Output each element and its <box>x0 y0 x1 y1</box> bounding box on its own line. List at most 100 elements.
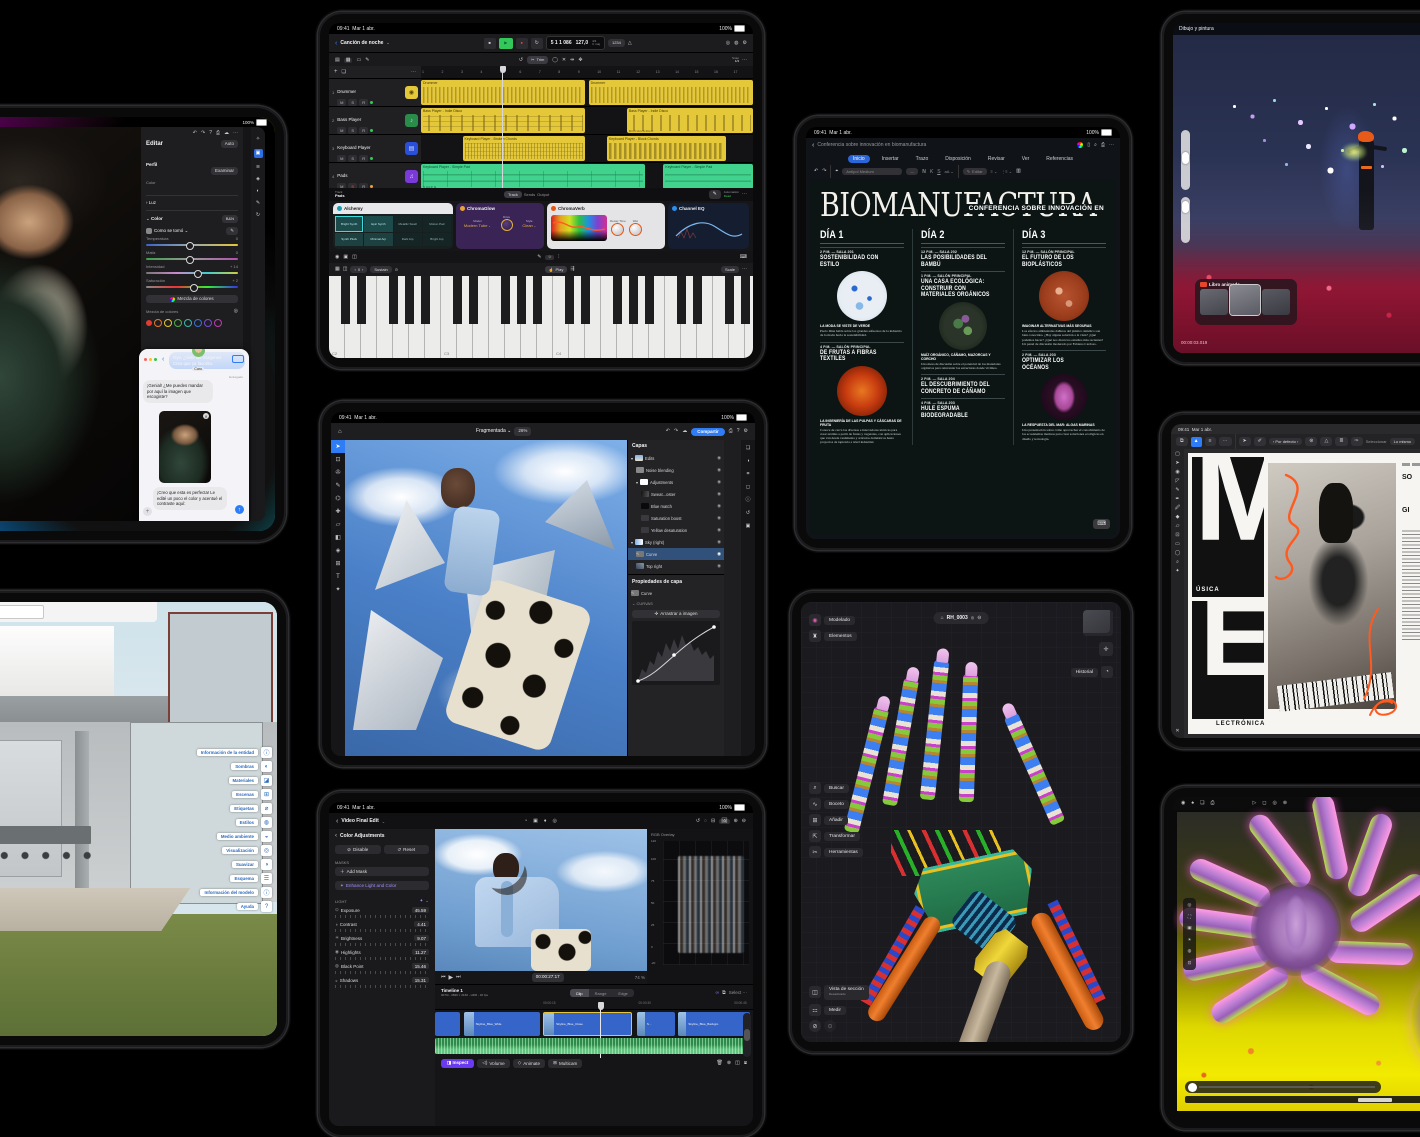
skimmer-icon[interactable]: ◌ <box>704 818 707 824</box>
eye-icon[interactable]: ◉ <box>717 503 721 509</box>
brush-tool[interactable]: ✎ <box>331 479 345 492</box>
clip[interactable]: Skyline_Blue_Wide <box>463 1012 540 1036</box>
loops-icon[interactable]: ◫ <box>352 254 357 260</box>
crop-icon[interactable]: ▣ <box>253 149 263 158</box>
add-button[interactable]: ⊞ Añadir <box>809 814 863 826</box>
slider-saturacion[interactable]: Saturación + 2 <box>146 278 238 292</box>
healing-tool[interactable]: ✚ <box>331 505 345 518</box>
keyboard-icon[interactable]: ▦ <box>335 267 340 272</box>
columns-icon[interactable]: ▥ <box>1016 169 1021 174</box>
bw-button[interactable]: B&N <box>221 215 238 223</box>
plugin-chromaglow[interactable]: ChromaGlow Model Modern Tube ⌄ Drive Styl… <box>456 203 544 249</box>
transform-icon[interactable]: △ <box>1320 437 1333 446</box>
voiceover-icon[interactable]: ◎ <box>552 818 556 824</box>
layer-row[interactable]: ▾ Edits ◉ <box>628 452 724 464</box>
slider-intensidad[interactable]: Intensidad + 14 <box>146 264 238 278</box>
pencil-tool[interactable]: ✎ <box>1175 488 1179 493</box>
track-header-keys[interactable]: 3 Keyboard Player M S R ▤ <box>329 135 421 163</box>
dual-view-icon[interactable]: ⊟ <box>711 818 715 824</box>
multicam-button[interactable]: ⊞ Multicam <box>548 1058 583 1068</box>
add-attachment-button[interactable]: + <box>143 507 152 516</box>
reset-button[interactable]: ↺ Reset <box>383 845 429 854</box>
pencil-icon[interactable]: ✎ <box>537 254 541 260</box>
more-icon[interactable]: ⋯ <box>233 131 238 136</box>
tab-revisar[interactable]: Revisar <box>983 155 1010 163</box>
preset-cell[interactable]: Epic Synth <box>364 216 393 232</box>
underline-button[interactable]: S <box>937 169 940 175</box>
transform-button[interactable]: ⇱ Transformar <box>809 830 863 842</box>
tools-button[interactable]: ✂ Herramientas <box>809 846 863 858</box>
cloud-icon[interactable]: ☁ <box>224 131 229 136</box>
keys-mode-icon[interactable]: ☼ <box>545 254 555 260</box>
fill-tool[interactable]: ◆ <box>1176 515 1180 520</box>
mic-icon[interactable]: ♦ <box>544 818 547 824</box>
layer-row[interactable]: Saturation boost ◉ <box>628 512 724 524</box>
font-size-stepper[interactable]: — <box>906 167 919 176</box>
min-dot[interactable] <box>149 357 152 361</box>
frame-thumb[interactable] <box>1262 289 1290 315</box>
curves-section[interactable]: ⌄ CURVAS <box>628 599 724 608</box>
measure-button[interactable]: ⚏ Medir <box>809 1004 869 1016</box>
section-view-button[interactable]: ◫ Vista de sección Desactivado <box>809 984 869 1000</box>
styles-button[interactable]: Estilos ◍ <box>122 817 272 828</box>
layer-row[interactable]: Noise blending ◉ <box>628 464 724 476</box>
count-in-button[interactable]: 1234 <box>607 39 625 47</box>
italic-button[interactable]: K <box>930 169 933 175</box>
color-icon[interactable]: ↺ <box>696 818 700 824</box>
select-tool[interactable]: ▢ <box>1175 452 1180 457</box>
add-track-icon[interactable]: + <box>334 69 338 75</box>
paint-canvas[interactable]: Libro animado 00:00:03.019 <box>1173 35 1420 353</box>
play-icon[interactable]: ▶ <box>449 975 454 981</box>
drag-to-image-button[interactable]: ✣ Arrastrar a imagen <box>632 610 720 619</box>
close-dot[interactable] <box>144 357 147 361</box>
select-menu[interactable]: Select ⋯ <box>729 990 747 996</box>
back-icon[interactable]: ‹ <box>336 818 338 825</box>
bold-button[interactable]: N <box>922 169 926 175</box>
color-section[interactable]: ⌄ Color <box>146 216 163 222</box>
plugin-alchemy[interactable]: Alchemy Bright Synth Epic Synth Metallic… <box>333 203 453 249</box>
list-button[interactable]: ⋮≡ ⌄ <box>1001 169 1012 174</box>
orientation-icon[interactable]: ✛ <box>1099 642 1113 656</box>
play-surface-button[interactable]: ☝ Play <box>544 265 568 274</box>
browser-icon[interactable]: ◍ <box>734 40 738 46</box>
video-preview[interactable] <box>435 829 647 971</box>
color-dot-green[interactable] <box>174 319 182 328</box>
connect-icon[interactable]: ⧉ <box>722 990 726 996</box>
clone-tool[interactable]: ⌬ <box>331 492 345 505</box>
layer-row-selected[interactable]: ∿ Curve ◉ <box>628 548 724 560</box>
clip-menu-icon[interactable]: ⧈ <box>744 1060 747 1066</box>
brush-size-slider[interactable] <box>1181 130 1190 190</box>
color-dot-red[interactable] <box>146 320 152 327</box>
cursor-icon[interactable]: ➤ <box>1238 437 1251 446</box>
animate-button[interactable]: ◇ Animate <box>512 1058 546 1068</box>
view-regions-icon[interactable]: ▦ <box>343 57 353 63</box>
preset-cell[interactable]: Synth Pluck <box>335 232 364 246</box>
mode-clip[interactable]: Clip <box>569 989 589 997</box>
history-icon[interactable]: ↺ <box>746 511 750 516</box>
slider-highlights[interactable]: ◉ Highlights 11.27 <box>335 949 429 960</box>
wand-icon[interactable]: ✦ <box>419 899 423 904</box>
close-icon[interactable]: ✕ <box>1175 729 1179 734</box>
song-title[interactable]: Canción de noche <box>340 40 383 46</box>
tab-inicio[interactable]: Inicio <box>848 154 870 163</box>
more-icon[interactable]: ⋯ <box>1109 142 1114 148</box>
split-keyboard-icon[interactable]: ◫ <box>343 267 348 272</box>
persona-icon[interactable]: ▲ <box>1190 436 1202 447</box>
plugin-channeleq[interactable]: Channel EQ <box>668 203 749 249</box>
color-dot-blue[interactable] <box>194 319 202 328</box>
history-icon[interactable]: ◔ <box>1101 666 1113 678</box>
photo-canvas[interactable] <box>0 127 141 521</box>
slider-brightness[interactable]: ☀ Brightness 9.07 <box>335 935 429 946</box>
automation-pencil-icon[interactable]: ✎ <box>708 190 721 199</box>
octave-up[interactable]: › <box>362 267 363 273</box>
record-icon[interactable]: ◉ <box>1181 801 1185 806</box>
app-title[interactable]: Dibujo y pintura <box>1179 26 1214 32</box>
vector-brush-tool[interactable]: ◸ <box>1176 479 1180 484</box>
clip[interactable]: S... <box>636 1012 676 1036</box>
pen-tool[interactable]: ✒ <box>1175 497 1179 502</box>
keyboard-panel-icon[interactable]: ⌨ <box>740 254 747 260</box>
info-icon[interactable]: ⓘ <box>745 498 750 503</box>
adjust-icon[interactable]: ◑ <box>746 459 749 464</box>
facetime-icon[interactable] <box>232 355 244 363</box>
color-dot-purple[interactable] <box>204 319 212 328</box>
